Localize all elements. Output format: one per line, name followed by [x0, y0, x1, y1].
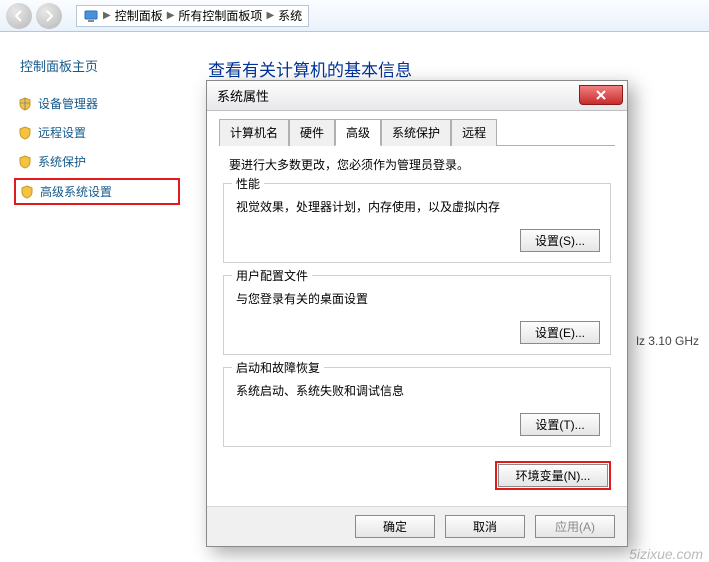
- tab-remote[interactable]: 远程: [451, 119, 497, 146]
- group-desc: 系统启动、系统失败和调试信息: [236, 382, 600, 399]
- sidebar-item-label: 远程设置: [38, 124, 86, 141]
- group-desc: 视觉效果，处理器计划，内存使用，以及虚拟内存: [236, 198, 600, 215]
- ok-button[interactable]: 确定: [355, 515, 435, 538]
- breadcrumb-all-items[interactable]: 所有控制面板项: [178, 7, 262, 24]
- sidebar-item-device-manager[interactable]: 设备管理器: [14, 91, 180, 116]
- computer-icon: [83, 8, 99, 24]
- address-bar: ▶ 控制面板 ▶ 所有控制面板项 ▶ 系统: [0, 0, 709, 32]
- breadcrumb[interactable]: ▶ 控制面板 ▶ 所有控制面板项 ▶ 系统: [76, 5, 309, 27]
- chevron-right-icon: ▶: [103, 10, 111, 21]
- settings-user-profiles-button[interactable]: 设置(E)...: [520, 321, 600, 344]
- sidebar-item-advanced-system-settings[interactable]: 高级系统设置: [14, 178, 180, 205]
- sidebar-home-link[interactable]: 控制面板主页: [20, 56, 180, 75]
- system-properties-dialog: 系统属性 计算机名 硬件 高级 系统保护 远程 要进行大多数更改，您必须作为管理…: [206, 80, 628, 547]
- shield-icon: [18, 97, 32, 111]
- page-title: 查看有关计算机的基本信息: [208, 56, 699, 81]
- cpu-ghz-text: lz 3.10 GHz: [636, 334, 699, 348]
- chevron-right-icon: ▶: [266, 10, 274, 21]
- sidebar-item-remote-settings[interactable]: 远程设置: [14, 120, 180, 145]
- cancel-button[interactable]: 取消: [445, 515, 525, 538]
- nav-forward-button[interactable]: [36, 3, 62, 29]
- chevron-right-icon: ▶: [167, 10, 175, 21]
- sidebar-item-label: 高级系统设置: [40, 183, 112, 200]
- tab-computer-name[interactable]: 计算机名: [219, 119, 289, 146]
- tab-advanced[interactable]: 高级: [335, 119, 381, 146]
- group-title: 性能: [232, 175, 264, 192]
- shield-icon: [18, 126, 32, 140]
- settings-startup-recovery-button[interactable]: 设置(T)...: [520, 413, 600, 436]
- watermark-text: 5izixue.com: [629, 546, 703, 562]
- breadcrumb-system[interactable]: 系统: [278, 7, 302, 24]
- sidebar-item-label: 设备管理器: [38, 95, 98, 112]
- tab-hardware[interactable]: 硬件: [289, 119, 335, 146]
- group-user-profiles: 用户配置文件 与您登录有关的桌面设置 设置(E)...: [223, 275, 611, 355]
- dialog-footer: 确定 取消 应用(A): [207, 506, 627, 546]
- group-startup-recovery: 启动和故障恢复 系统启动、系统失败和调试信息 设置(T)...: [223, 367, 611, 447]
- settings-performance-button[interactable]: 设置(S)...: [520, 229, 600, 252]
- group-title: 用户配置文件: [232, 267, 312, 284]
- dialog-tabs: 计算机名 硬件 高级 系统保护 远程: [219, 119, 615, 146]
- group-desc: 与您登录有关的桌面设置: [236, 290, 600, 307]
- group-performance: 性能 视觉效果，处理器计划，内存使用，以及虚拟内存 设置(S)...: [223, 183, 611, 263]
- admin-note: 要进行大多数更改，您必须作为管理员登录。: [229, 156, 611, 173]
- nav-back-button[interactable]: [6, 3, 32, 29]
- close-icon: [595, 90, 607, 100]
- close-button[interactable]: [579, 85, 623, 105]
- shield-icon: [20, 185, 34, 199]
- apply-button[interactable]: 应用(A): [535, 515, 615, 538]
- group-title: 启动和故障恢复: [232, 359, 324, 376]
- shield-icon: [18, 155, 32, 169]
- environment-variables-button[interactable]: 环境变量(N)...: [498, 464, 608, 487]
- sidebar-item-system-protection[interactable]: 系统保护: [14, 149, 180, 174]
- dialog-titlebar[interactable]: 系统属性: [207, 81, 627, 111]
- breadcrumb-control-panel[interactable]: 控制面板: [115, 7, 163, 24]
- sidebar: 控制面板主页 设备管理器 远程设置 系统保护 高级系统设置: [0, 32, 190, 562]
- sidebar-item-label: 系统保护: [38, 153, 86, 170]
- tab-system-protection[interactable]: 系统保护: [381, 119, 451, 146]
- dialog-title: 系统属性: [217, 86, 269, 105]
